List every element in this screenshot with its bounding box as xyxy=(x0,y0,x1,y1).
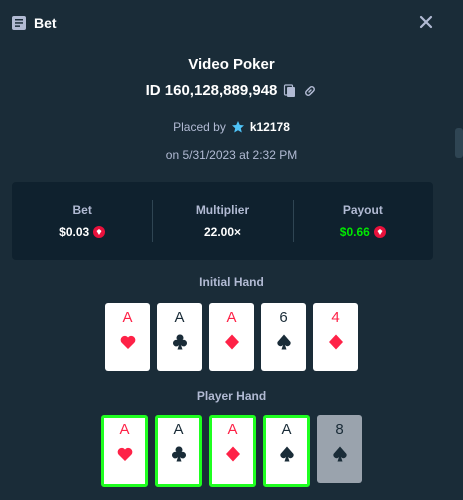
hearts-suit-icon xyxy=(120,335,135,349)
card-rank: 8 xyxy=(335,421,344,438)
multiplier-value: 22.00× xyxy=(203,225,242,239)
username-link[interactable]: k12178 xyxy=(250,120,290,134)
bet-date: on 5/31/2023 at 2:32 PM xyxy=(165,148,298,162)
card-rank: A xyxy=(173,421,184,438)
clubs-suit-icon xyxy=(172,334,187,350)
playing-card: A xyxy=(157,303,202,371)
playing-card: 6 xyxy=(261,303,306,371)
diamonds-suit-icon xyxy=(224,334,239,350)
modal-title: Bet xyxy=(34,15,57,31)
multiplier-label: Multiplier xyxy=(195,203,250,217)
playing-card: A xyxy=(209,303,254,371)
playing-card: A xyxy=(101,415,148,487)
diamonds-suit-icon xyxy=(225,446,240,462)
playing-card: A xyxy=(263,415,310,487)
card-rank: 4 xyxy=(331,309,340,326)
close-icon[interactable] xyxy=(417,13,435,31)
bet-value-row: $0.03 xyxy=(59,225,106,239)
clubs-suit-icon xyxy=(171,446,186,462)
bet-label: Bet xyxy=(72,203,92,217)
bet-id: ID 160,128,889,948 xyxy=(145,82,278,99)
link-icon[interactable] xyxy=(303,84,317,98)
playing-card: A xyxy=(155,415,202,487)
playing-card: 4 xyxy=(313,303,358,371)
card-rank: A xyxy=(281,421,292,438)
payout-label: Payout xyxy=(342,203,383,217)
player-hand-title: Player Hand xyxy=(196,389,267,403)
placed-by-label: Placed by xyxy=(173,120,226,134)
card-rank: A xyxy=(226,309,237,326)
payout-value-row: $0.66 xyxy=(340,225,386,239)
vip-rank-icon xyxy=(231,121,244,133)
scrollbar[interactable] xyxy=(455,128,463,158)
copy-icon[interactable] xyxy=(283,83,297,98)
currency-coin-icon xyxy=(373,226,386,238)
card-rank: A xyxy=(122,309,133,326)
currency-coin-icon xyxy=(93,226,106,238)
placed-by-row: Placed by k12178 xyxy=(0,120,463,134)
card-rank: A xyxy=(227,421,238,438)
card-rank: A xyxy=(174,309,185,326)
initial-hand: A A A 6 4 xyxy=(0,303,463,371)
spades-suit-icon xyxy=(332,446,347,462)
spades-suit-icon xyxy=(279,446,294,462)
playing-card: 8 xyxy=(317,415,362,483)
playing-card: A xyxy=(105,303,150,371)
bet-id-row: ID 160,128,889,948 xyxy=(0,82,463,99)
hearts-suit-icon xyxy=(117,447,132,461)
card-rank: A xyxy=(119,421,130,438)
payout-stat: Payout $0.66 xyxy=(292,182,433,260)
bet-value: $0.03 xyxy=(59,225,90,239)
diamonds-suit-icon xyxy=(328,334,343,350)
card-rank: 6 xyxy=(279,309,288,326)
bet-slip-icon xyxy=(12,16,26,30)
game-title: Video Poker xyxy=(188,56,275,73)
initial-hand-title: Initial Hand xyxy=(199,275,264,289)
player-hand: A A A A 8 xyxy=(0,415,463,487)
bet-stats-panel: Bet $0.03 Multiplier 22.00× Payout $0.66 xyxy=(12,182,433,260)
multiplier-stat: Multiplier 22.00× xyxy=(152,182,292,260)
bet-stat: Bet $0.03 xyxy=(12,182,152,260)
playing-card: A xyxy=(209,415,256,487)
modal-header: Bet xyxy=(0,0,463,46)
spades-suit-icon xyxy=(276,334,291,350)
payout-value: $0.66 xyxy=(339,225,370,239)
